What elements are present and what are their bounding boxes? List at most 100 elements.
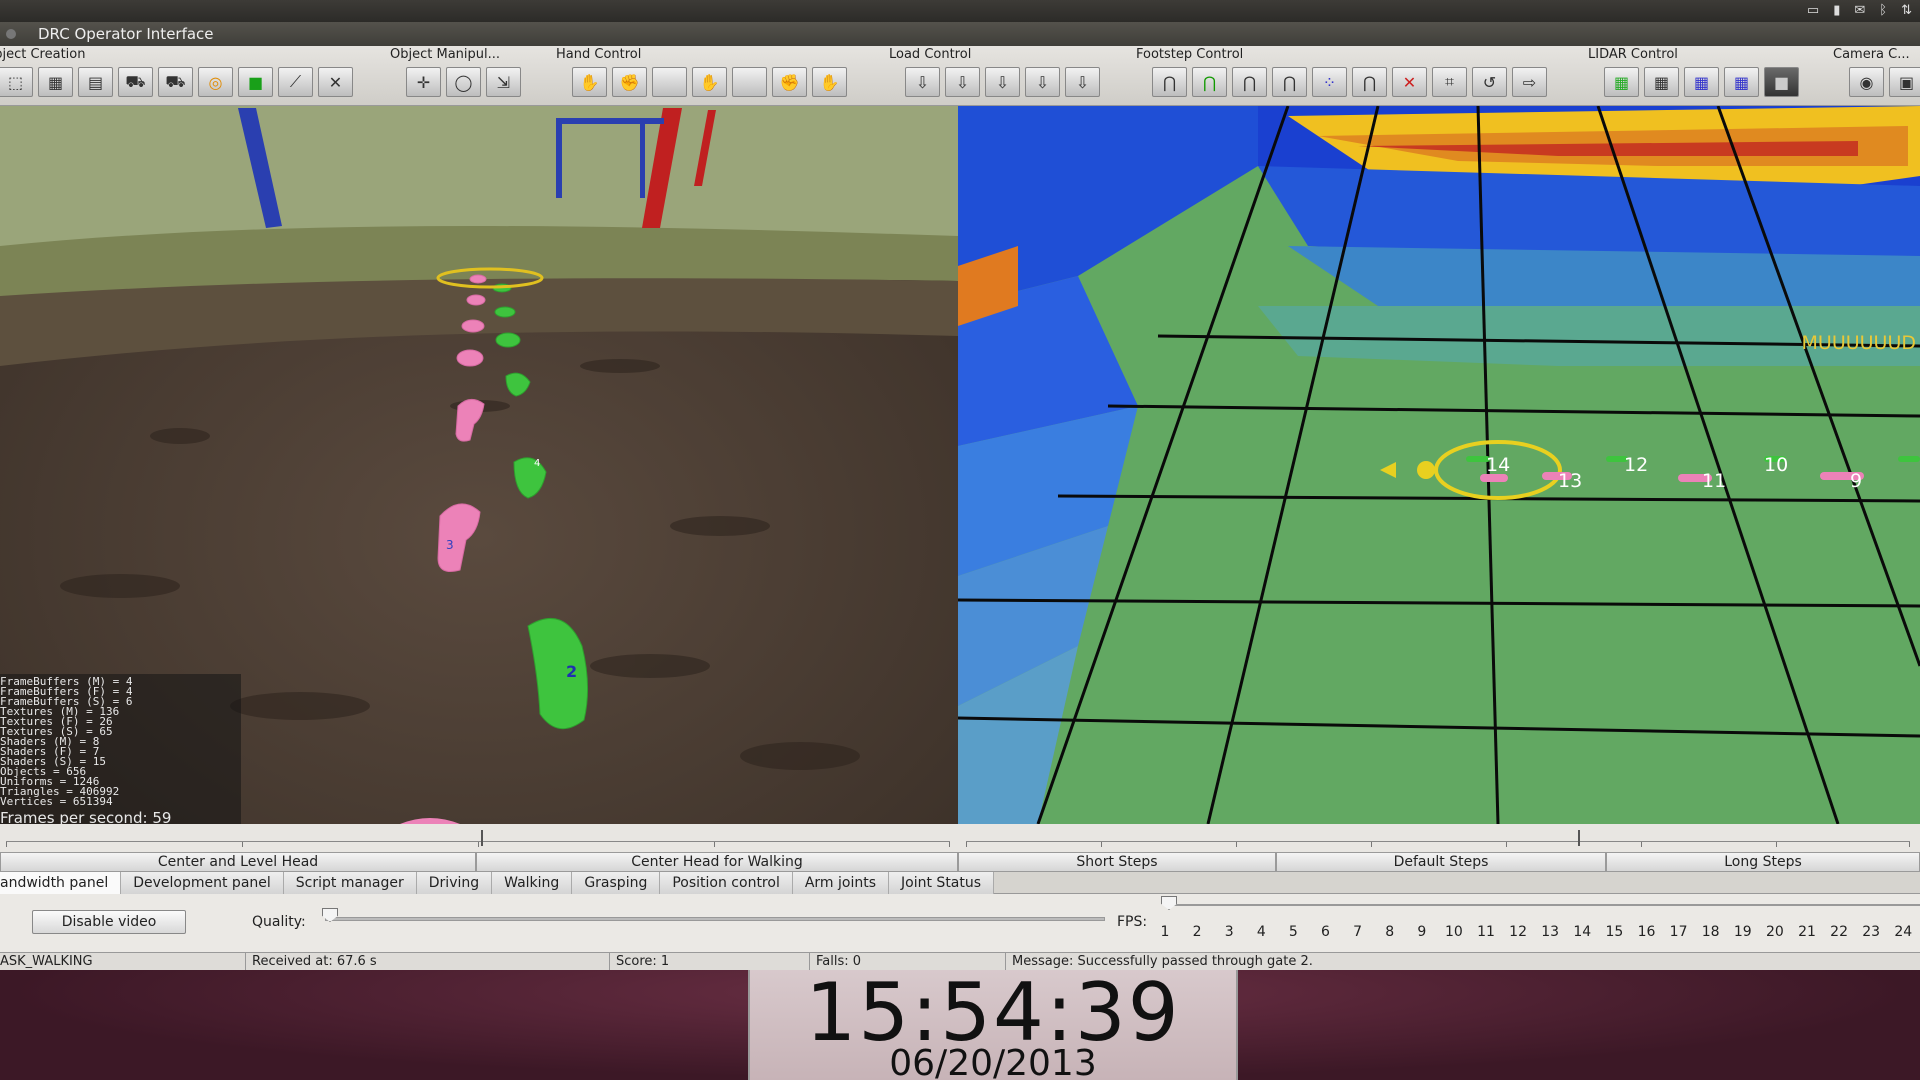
fps-tick-label: 19 <box>1733 924 1752 940</box>
tab-position-control[interactable]: Position control <box>660 872 793 894</box>
align-icon[interactable]: ⇲ <box>486 67 521 97</box>
hand-close2-icon[interactable]: ✊ <box>772 67 807 97</box>
step-slider-track[interactable] <box>966 841 1910 842</box>
lidar-clear2-icon[interactable]: ▦ <box>1724 67 1759 97</box>
footstep-scatter-icon[interactable]: ⁘ <box>1312 67 1347 97</box>
default-steps-button[interactable]: Default Steps <box>1276 852 1606 872</box>
folder-icon[interactable]: ▭ <box>1807 3 1819 18</box>
vehicle-icon[interactable]: ⛟ <box>118 67 153 97</box>
tab-joint-status[interactable]: Joint Status <box>889 872 995 894</box>
footstep-delete-icon[interactable]: ✕ <box>1392 67 1427 97</box>
fps-label: FPS: <box>1117 914 1148 930</box>
load2-icon[interactable]: ⇩ <box>945 67 980 97</box>
load-icon[interactable]: ⇩ <box>905 67 940 97</box>
tab-walking[interactable]: Walking <box>492 872 573 894</box>
render-stats-overlay: FrameBuffers (M) = 4 FrameBuffers (F) = … <box>0 674 241 824</box>
lidar-3d-view[interactable]: 14 13 12 11 10 9 MUUUUUUD <box>958 106 1920 824</box>
fps-tick-label: 1 <box>1160 924 1170 940</box>
lidar-control-label: LIDAR Control <box>1588 47 1678 62</box>
tab-driving[interactable]: Driving <box>416 872 493 894</box>
valve-icon[interactable]: ✕ <box>318 67 353 97</box>
camera-video-view[interactable]: 3 4 2 FrameBuffers (M) = 4 FrameBuffers … <box>0 106 958 824</box>
window-menu-icon[interactable] <box>6 29 16 39</box>
rotate-icon[interactable]: ◯ <box>446 67 481 97</box>
lidar-clear-icon[interactable]: ▦ <box>1644 67 1679 97</box>
frames-per-second: Frames per second: 59 <box>0 809 172 824</box>
fps-tick-label: 5 <box>1288 924 1298 940</box>
fps-tick-label: 2 <box>1192 924 1202 940</box>
disable-video-button[interactable]: Disable video <box>32 910 186 934</box>
footstep-snap-icon[interactable]: ⌗ <box>1432 67 1467 97</box>
desktop-screen: ▭ ▮ ✉ ᛒ ⇅ DRC Operator Interface Object … <box>0 0 1920 1080</box>
object-manipulation-label: Object Manipul... <box>390 47 501 62</box>
tab-development[interactable]: Development panel <box>121 872 284 894</box>
mail-icon[interactable]: ✉ <box>1854 3 1865 18</box>
slider-tick <box>1776 842 1777 847</box>
slider-tick <box>478 842 479 847</box>
object-creation-group: Object Creation ⬚ ▦ ▤ ⛟ ⛟ ◎ ■ ⟋ ✕ <box>0 46 353 106</box>
tab-arm-joints[interactable]: Arm joints <box>792 872 890 894</box>
load3-icon[interactable]: ⇩ <box>985 67 1020 97</box>
green-cube-icon[interactable]: ■ <box>238 67 273 97</box>
center-head-walking-button[interactable]: Center Head for Walking <box>476 852 958 872</box>
fps-tick-label: 23 <box>1862 924 1881 940</box>
step-label-11: 11 <box>1702 470 1727 492</box>
move-axes-icon[interactable]: ✛ <box>406 67 441 97</box>
load4-icon[interactable]: ⇩ <box>1025 67 1060 97</box>
footstep3-icon[interactable]: ⋂ <box>1232 67 1267 97</box>
footstep2-icon[interactable]: ⋂ <box>1192 67 1227 97</box>
object-manipulation-group: Object Manipul... ✛ ◯ ⇲ <box>390 46 521 106</box>
torus-icon[interactable]: ◎ <box>198 67 233 97</box>
slider-tick <box>242 842 243 847</box>
footstep5-icon[interactable]: ⋂ <box>1352 67 1387 97</box>
tab-script-manager[interactable]: Script manager <box>283 872 417 894</box>
hand-blank2-icon[interactable] <box>732 67 767 97</box>
clock-widget: 15:54:39 06/20/2013 <box>748 970 1238 1080</box>
fps-tick-label: 7 <box>1353 924 1363 940</box>
quality-slider-track[interactable] <box>325 917 1105 921</box>
fps-slider-knob[interactable] <box>1161 896 1177 910</box>
footstep-send-icon[interactable]: ⇨ <box>1512 67 1547 97</box>
slider-tick <box>966 842 967 847</box>
lidar-disable-icon[interactable]: ▦ <box>1684 67 1719 97</box>
slider-tick <box>1101 842 1102 847</box>
step-label-12: 12 <box>1624 454 1649 476</box>
fps-tick-label: 8 <box>1385 924 1395 940</box>
head-slider-knob[interactable] <box>481 830 483 846</box>
short-steps-button[interactable]: Short Steps <box>958 852 1276 872</box>
bluetooth-icon[interactable]: ᛒ <box>1879 3 1887 18</box>
tab-grasping[interactable]: Grasping <box>572 872 661 894</box>
footstep-label-3: 3 <box>446 538 454 552</box>
tab-bandwidth[interactable]: andwidth panel <box>0 872 122 894</box>
update-vehicle-icon[interactable]: ⛟ <box>158 67 193 97</box>
lidar-black-icon[interactable]: ■ <box>1764 67 1799 97</box>
eye-icon[interactable]: ◉ <box>1849 67 1884 97</box>
fps-slider-track[interactable] <box>1165 904 1920 906</box>
hand-home-icon[interactable]: ✋ <box>692 67 727 97</box>
footstep-turn-icon[interactable]: ↺ <box>1472 67 1507 97</box>
hand-place2-icon[interactable]: ✋ <box>812 67 847 97</box>
network-icon[interactable]: ⇅ <box>1901 3 1912 18</box>
footstep4-icon[interactable]: ⋂ <box>1272 67 1307 97</box>
camera-icon[interactable]: ▣ <box>1889 67 1920 97</box>
fps-tick-label: 14 <box>1573 924 1592 940</box>
grid-object-icon[interactable]: ▤ <box>78 67 113 97</box>
received-status: Received at: 67.6 s <box>246 953 610 971</box>
center-level-head-button[interactable]: Center and Level Head <box>0 852 476 872</box>
footstep1-icon[interactable]: ⋂ <box>1152 67 1187 97</box>
panel-tabs: andwidth panel Development panel Script … <box>0 872 1920 894</box>
cursor-tool-icon[interactable]: ⬚ <box>0 67 33 97</box>
hand-close-icon[interactable]: ✊ <box>612 67 647 97</box>
pipe-icon[interactable]: ⟋ <box>278 67 313 97</box>
hand-blank-icon[interactable] <box>652 67 687 97</box>
long-steps-button[interactable]: Long Steps <box>1606 852 1920 872</box>
lidar-enable-icon[interactable]: ▦ <box>1604 67 1639 97</box>
step-label-10: 10 <box>1764 454 1789 476</box>
camera-control-group: Camera C... ◉ ▣ <box>1833 46 1920 106</box>
step-slider-knob[interactable] <box>1578 830 1580 846</box>
box-object-icon[interactable]: ▦ <box>38 67 73 97</box>
hand-place-icon[interactable]: ✋ <box>572 67 607 97</box>
battery-icon[interactable]: ▮ <box>1833 3 1840 18</box>
load5-icon[interactable]: ⇩ <box>1065 67 1100 97</box>
fps-tick-label: 10 <box>1444 924 1463 940</box>
